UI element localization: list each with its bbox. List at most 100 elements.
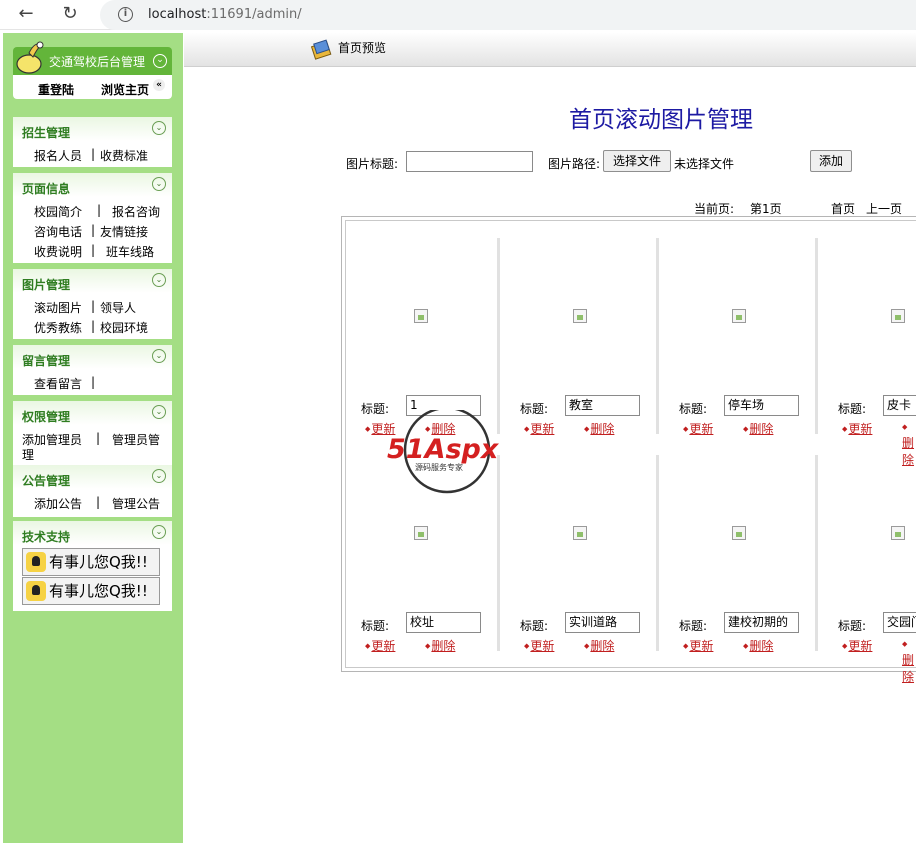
delete-link[interactable]: 删除 [743,637,773,654]
page-title: 首页滚动图片管理 [569,107,753,133]
delete-link[interactable]: 删除 [902,420,916,468]
section-title: 招生管理 [22,126,71,140]
broken-image-icon[interactable] [732,309,746,323]
section-title: 图片管理 [22,278,71,292]
item-title-input[interactable]: 实训道路 [565,612,640,633]
qq-contact-button[interactable]: 有事儿您Q我!! [22,577,160,605]
section-title: 技术支持 [22,530,71,544]
info-icon[interactable]: i [118,7,133,22]
update-link[interactable]: 更新 [683,420,713,437]
section-header[interactable]: 公告管理 ⌄ [13,465,172,489]
menu-section-messages: 留言管理 ⌄ 查看留言 | [13,345,172,395]
back-icon[interactable]: ← [14,3,38,27]
menu-item-coaches[interactable]: 优秀教练 [34,319,82,336]
separator: | [91,375,96,389]
item-title-input[interactable]: 教室 [565,395,640,416]
url-text[interactable]: localhost:11691/admin/ [148,7,302,22]
qq-contact-button[interactable]: 有事儿您Q我!! [22,548,160,576]
collapse-icon[interactable]: « [153,79,165,91]
qq-penguin-icon [26,552,46,572]
broken-image-icon[interactable] [891,309,905,323]
delete-link[interactable]: 删除 [902,637,916,685]
first-page-link[interactable]: 首页 [831,200,855,217]
menu-item-view-messages[interactable]: 查看留言 [34,375,82,392]
watermark-logo: 51Aspx 源码服务专家 [387,410,500,494]
delete-link[interactable]: 删除 [743,420,773,437]
section-title: 公告管理 [22,474,71,488]
broken-image-icon[interactable] [732,526,746,540]
section-title: 页面信息 [22,182,71,196]
chevron-down-icon[interactable]: ⌄ [152,469,166,483]
menu-item-campus[interactable]: 校园环境 [100,319,148,336]
update-link[interactable]: 更新 [683,637,713,654]
item-title-input[interactable]: 校址 [406,612,481,633]
delete-link[interactable]: 删除 [584,420,614,437]
add-button[interactable]: 添加 [810,150,852,172]
section-header[interactable]: 技术支持 ⌄ [13,521,172,545]
broken-image-icon[interactable] [891,526,905,540]
title-field-label: 标题: [679,402,708,416]
section-body: 报名人员 | 收费标准 [13,141,172,167]
item-title-input[interactable]: 交园门 [883,612,916,633]
delete-link[interactable]: 删除 [584,637,614,654]
relogin-link[interactable]: 重登陆 [38,81,74,98]
broken-image-icon[interactable] [573,309,587,323]
update-link[interactable]: 更新 [842,420,872,437]
menu-item-shuttle[interactable]: 班车线路 [106,243,154,260]
prev-page-link[interactable]: 上一页 [866,200,902,217]
menu-item-school-intro[interactable]: 校园简介 [34,203,82,220]
sidebar-header: 交通驾校后台管理 ⌄ [13,41,172,75]
chevron-down-icon[interactable]: ⌄ [152,405,166,419]
separator: | [96,431,101,445]
image-title-label: 图片标题: [346,157,399,171]
update-link[interactable]: 更新 [365,637,395,654]
chevron-down-icon[interactable]: ⌄ [152,273,166,287]
section-header[interactable]: 图片管理 ⌄ [13,269,172,293]
menu-item-manage-notice[interactable]: 管理公告 [112,495,160,512]
chevron-down-icon[interactable]: ⌄ [152,525,166,539]
menu-item-manage-admin[interactable]: 管理员管 [112,431,160,448]
menu-item-enrollees[interactable]: 报名人员 [34,147,82,164]
image-title-input[interactable] [406,151,533,172]
chevron-down-icon[interactable]: ⌄ [152,121,166,135]
choose-file-button[interactable]: 选择文件 [603,150,671,172]
separator: | [96,495,101,509]
reload-icon[interactable]: ↻ [58,3,82,27]
browse-home-link[interactable]: 浏览主页 [101,81,149,98]
menu-item-enroll-consult[interactable]: 报名咨询 [112,203,160,220]
broken-image-icon[interactable] [573,526,587,540]
item-title-input[interactable]: 皮卡 [883,395,916,416]
section-body: 添加管理员 | 管理员管 理 [13,425,172,465]
broken-image-icon[interactable] [414,309,428,323]
menu-item-manage-admin-wrap[interactable]: 理 [22,446,34,463]
delete-link[interactable]: 删除 [425,637,455,654]
divider [656,238,659,434]
divider [815,238,818,434]
update-link[interactable]: 更新 [524,420,554,437]
menu-item-scroll-images[interactable]: 滚动图片 [34,299,82,316]
app-title: 交通驾校后台管理 [49,55,146,69]
item-title-input[interactable]: 停车场 [724,395,799,416]
menu-item-add-notice[interactable]: 添加公告 [34,495,82,512]
menu-item-friend-links[interactable]: 友情链接 [100,223,148,240]
menu-item-phone[interactable]: 咨询电话 [34,223,82,240]
preview-link[interactable]: 首页预览 [338,39,386,56]
image-path-label: 图片路径: [548,157,601,171]
chevron-down-icon[interactable]: ⌄ [153,54,167,68]
menu-item-fee-notes[interactable]: 收费说明 [34,243,82,260]
item-title-input[interactable]: 建校初期的 [724,612,799,633]
separator: | [91,243,96,257]
menu-item-leaders[interactable]: 领导人 [100,299,136,316]
section-header[interactable]: 招生管理 ⌄ [13,117,172,141]
chevron-down-icon[interactable]: ⌄ [152,349,166,363]
section-header[interactable]: 权限管理 ⌄ [13,401,172,425]
menu-item-fees[interactable]: 收费标准 [100,147,148,164]
broken-image-icon[interactable] [414,526,428,540]
update-link[interactable]: 更新 [524,637,554,654]
section-header[interactable]: 页面信息 ⌄ [13,173,172,197]
chevron-down-icon[interactable]: ⌄ [152,177,166,191]
update-link[interactable]: 更新 [842,637,872,654]
section-header[interactable]: 留言管理 ⌄ [13,345,172,369]
preview-icon[interactable] [310,38,332,60]
section-title: 权限管理 [22,410,71,424]
